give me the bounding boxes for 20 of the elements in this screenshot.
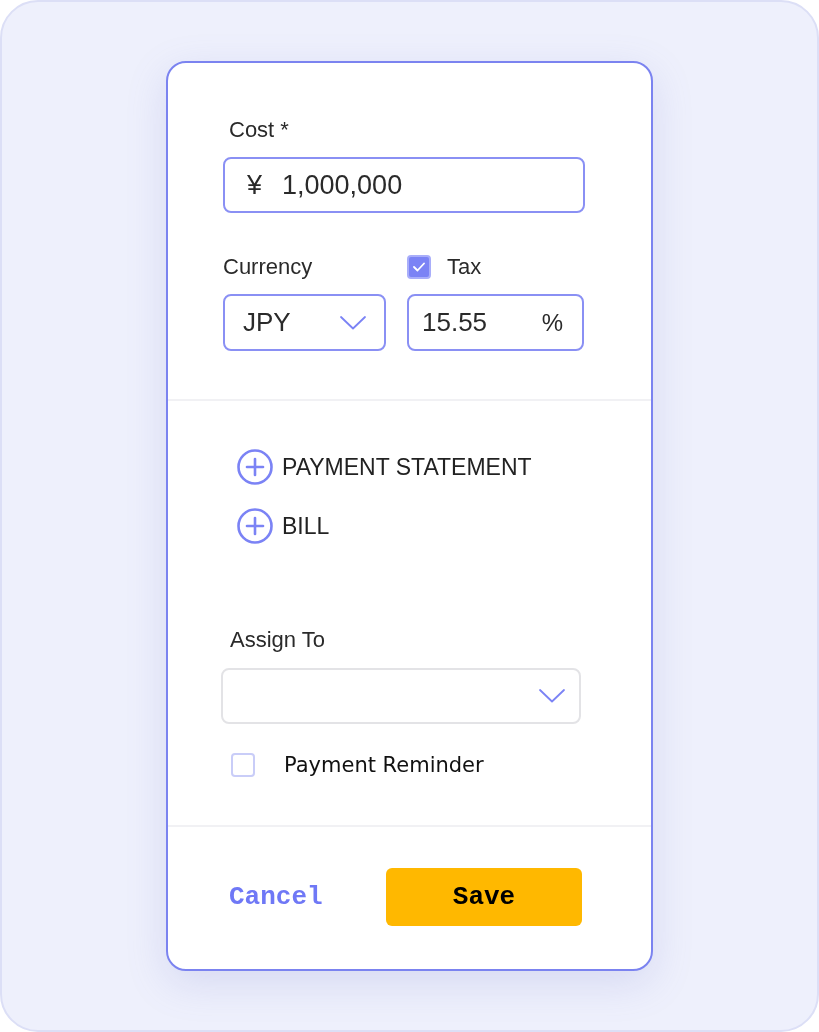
currency-label: Currency: [223, 255, 313, 279]
check-icon: [413, 262, 425, 272]
currency-select[interactable]: JPY: [223, 294, 386, 351]
cost-field[interactable]: ¥ 1,000,000: [223, 157, 585, 213]
tax-field[interactable]: 15.55 %: [407, 294, 584, 351]
chevron-down-icon: [340, 315, 366, 330]
tax-checkbox[interactable]: [407, 255, 431, 279]
save-button[interactable]: Save: [386, 868, 582, 926]
plus-circle-icon: [237, 508, 273, 544]
assign-to-label: Assign To: [230, 629, 325, 651]
payment-reminder-checkbox[interactable]: [231, 753, 255, 777]
plus-circle-icon: [237, 449, 273, 485]
payment-reminder-label: Payment Reminder: [284, 753, 484, 777]
add-attachment-button[interactable]: PAYMENT STATEMENT: [237, 449, 532, 485]
assign-to-select[interactable]: [221, 668, 581, 724]
add-attachment-button[interactable]: BILL: [237, 508, 330, 544]
chevron-down-icon: [539, 689, 565, 703]
cost-label: Cost *: [229, 118, 289, 142]
tax-label: Tax: [447, 255, 482, 279]
cancel-button[interactable]: Cancel: [229, 877, 323, 917]
